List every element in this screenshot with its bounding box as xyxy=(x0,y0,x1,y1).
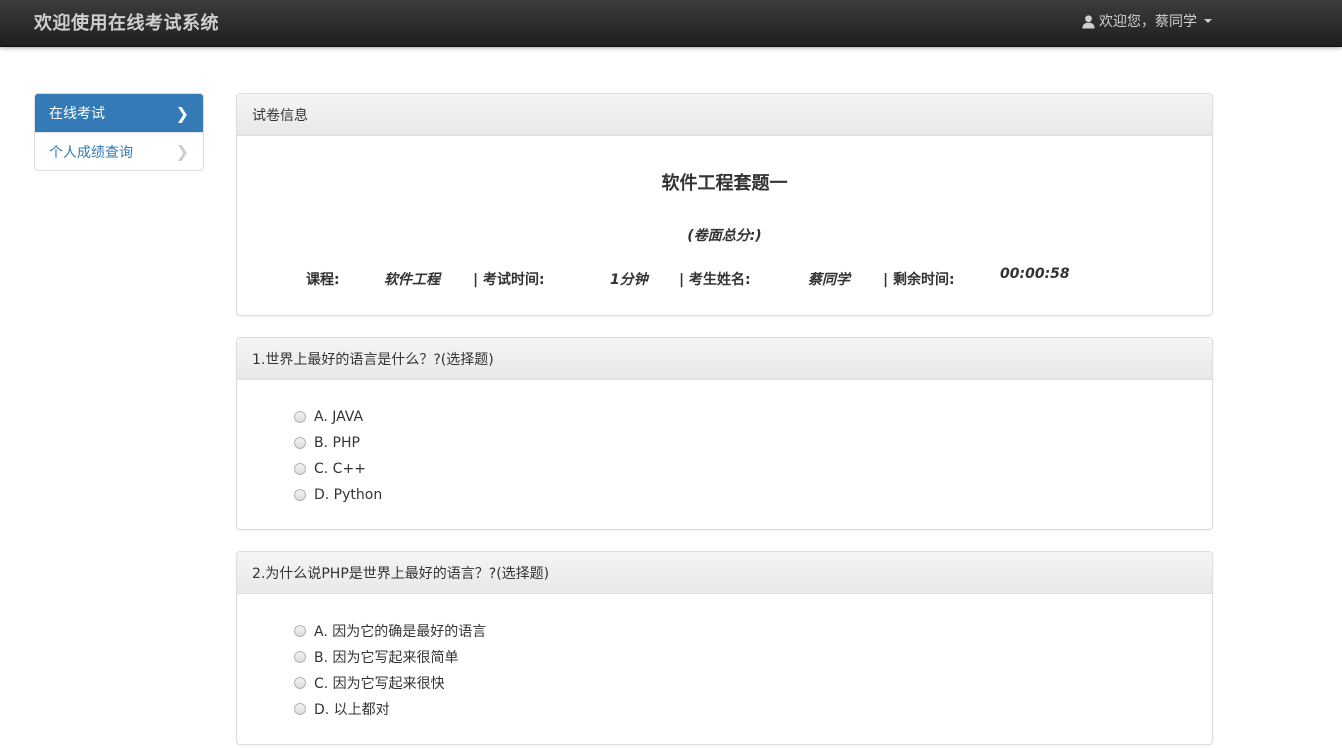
question-panel-2: 2.为什么说PHP是世界上最好的语言？?(选择题) A. 因为它的确是最好的语言… xyxy=(236,551,1213,745)
option-a[interactable]: A. 因为它的确是最好的语言 xyxy=(294,618,486,644)
sidebar-item-label: 个人成绩查询 xyxy=(49,144,133,161)
option-d[interactable]: D. Python xyxy=(294,482,382,508)
chevron-right-icon: ❯ xyxy=(175,142,189,161)
user-icon xyxy=(1082,14,1095,29)
question-panel-1: 1.世界上最好的语言是什么？?(选择题) A. JAVA B. PHP C. C… xyxy=(236,337,1213,530)
option-label: A. 因为它的确是最好的语言 xyxy=(314,624,487,640)
option-label: D. Python xyxy=(314,487,383,503)
user-greeting: 欢迎您，蔡同学 xyxy=(1099,14,1197,30)
course-label: 课程: xyxy=(306,272,340,288)
option-b[interactable]: B. PHP xyxy=(294,430,382,456)
radio-button[interactable] xyxy=(294,489,306,501)
option-a[interactable]: A. JAVA xyxy=(294,404,382,430)
paper-total-score: (卷面总分:) xyxy=(687,228,762,244)
student-name-label: | 考生姓名: xyxy=(679,272,751,288)
sidebar-item-score-query[interactable]: 个人成绩查询 ❯ xyxy=(35,132,203,170)
option-c[interactable]: C. 因为它写起来很快 xyxy=(294,670,486,696)
sidebar-item-online-exam[interactable]: 在线考试 ❯ xyxy=(35,94,203,132)
option-b[interactable]: B. 因为它写起来很简单 xyxy=(294,644,486,670)
option-label: D. 以上都对 xyxy=(314,702,390,718)
radio-button[interactable] xyxy=(294,463,306,475)
radio-button[interactable] xyxy=(294,437,306,449)
sidebar-item-label: 在线考试 xyxy=(49,106,105,122)
option-list: A. JAVA B. PHP C. C++ D. Python xyxy=(294,404,382,508)
option-label: B. PHP xyxy=(314,435,360,451)
paper-title: 软件工程套题一 xyxy=(661,173,788,194)
exam-time-value: 1分钟 xyxy=(610,272,648,288)
option-label: C. 因为它写起来很快 xyxy=(314,676,445,692)
option-list: A. 因为它的确是最好的语言 B. 因为它写起来很简单 C. 因为它写起来很快 … xyxy=(294,618,486,722)
chevron-right-icon: ❯ xyxy=(175,103,189,123)
question-heading: 1.世界上最好的语言是什么？?(选择题) xyxy=(237,338,1212,380)
paper-info-panel: 试卷信息 软件工程套题一 (卷面总分:) 课程: 软件工程 | 考试时间: 1分… xyxy=(236,93,1213,316)
radio-button[interactable] xyxy=(294,677,306,689)
remaining-time-value: 00:00:58 xyxy=(1000,266,1070,282)
remaining-time-label: | 剩余时间: xyxy=(883,272,955,288)
caret-down-icon xyxy=(1204,19,1212,23)
option-label: A. JAVA xyxy=(314,409,364,425)
radio-button[interactable] xyxy=(294,651,306,663)
radio-button[interactable] xyxy=(294,703,306,715)
question-heading: 2.为什么说PHP是世界上最好的语言？?(选择题) xyxy=(237,552,1212,594)
sidebar-nav: 在线考试 ❯ 个人成绩查询 ❯ xyxy=(34,93,204,171)
exam-time-label: | 考试时间: xyxy=(473,272,545,288)
panel-heading: 试卷信息 xyxy=(237,94,1212,136)
course-value: 软件工程 xyxy=(384,272,440,288)
option-label: C. C++ xyxy=(314,461,366,477)
radio-button[interactable] xyxy=(294,411,306,423)
radio-button[interactable] xyxy=(294,625,306,637)
student-name-value: 蔡同学 xyxy=(808,272,850,288)
option-c[interactable]: C. C++ xyxy=(294,456,382,482)
option-d[interactable]: D. 以上都对 xyxy=(294,696,486,722)
brand-title[interactable]: 欢迎使用在线考试系统 xyxy=(34,9,219,35)
top-navbar: 欢迎使用在线考试系统 欢迎您，蔡同学 xyxy=(0,0,1342,47)
user-menu-dropdown[interactable]: 欢迎您，蔡同学 xyxy=(1081,11,1212,31)
option-label: B. 因为它写起来很简单 xyxy=(314,650,459,666)
